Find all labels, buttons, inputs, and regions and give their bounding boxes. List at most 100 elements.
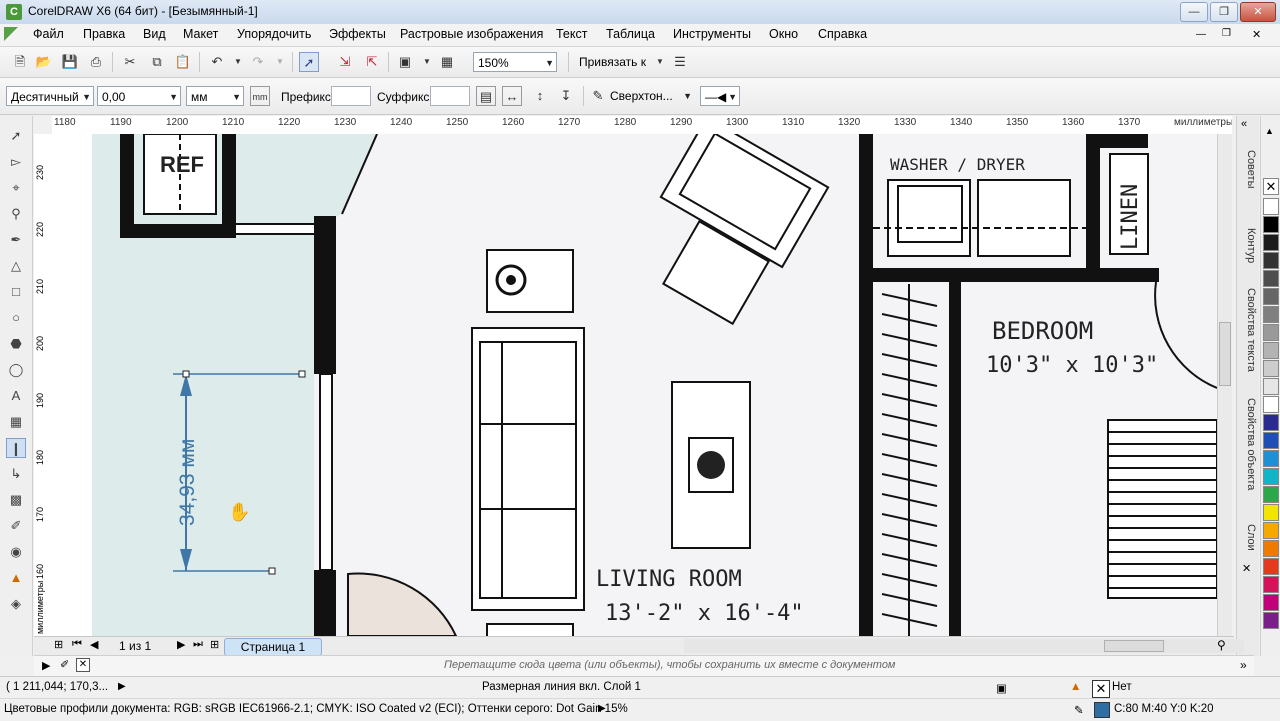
fill-tool-icon[interactable]: ▲	[6, 568, 26, 588]
outline-tool-icon[interactable]: ◉	[6, 542, 26, 562]
options-icon[interactable]: ☰	[670, 52, 690, 72]
dimension-precision-combo[interactable]: 0,00 ▼	[97, 86, 181, 106]
menu-view[interactable]: Вид	[143, 27, 166, 41]
new-document-icon[interactable]: 🗎	[10, 52, 30, 72]
close-docker-icon[interactable]: ✕	[1242, 562, 1251, 575]
vertical-scrollbar-thumb[interactable]	[1219, 322, 1231, 386]
color-swatch[interactable]	[1263, 216, 1279, 233]
selection-node[interactable]	[298, 370, 306, 378]
show-units-icon[interactable]: mm	[250, 86, 270, 106]
open-icon[interactable]: 📂	[34, 52, 54, 72]
no-fill-swatch-icon[interactable]: ✕	[1092, 680, 1110, 698]
zoom-tool-icon[interactable]: ⚲	[6, 204, 26, 224]
color-swatch[interactable]	[1263, 432, 1279, 449]
color-swatch[interactable]	[1263, 540, 1279, 557]
dimension-text[interactable]: 34,93 мм	[176, 439, 199, 526]
color-proof-icon[interactable]: ▣	[996, 681, 1007, 695]
navigator-icon[interactable]: ⚲	[1217, 638, 1226, 652]
color-profiles-info[interactable]: Цветовые профили документа: RGB: sRGB IE…	[4, 703, 628, 715]
basic-shapes-icon[interactable]: ◯	[6, 360, 26, 380]
undo-icon[interactable]: ↶	[207, 52, 227, 72]
docker-tab-text-properties[interactable]: Свойства текста	[1239, 288, 1257, 372]
add-page-after-icon[interactable]: ⊞	[210, 638, 219, 651]
menu-tools[interactable]: Инструменты	[673, 27, 751, 41]
restore-button[interactable]: ❐	[1210, 2, 1238, 22]
no-color-swatch[interactable]: ✕	[1263, 178, 1279, 195]
docker-tab-object-properties[interactable]: Свойства объекта	[1239, 398, 1257, 490]
save-icon[interactable]: 💾	[60, 52, 80, 72]
minimize-button[interactable]: —	[1180, 2, 1208, 22]
suffix-input[interactable]	[430, 86, 470, 106]
color-swatch[interactable]	[1263, 450, 1279, 467]
document-menu-icon[interactable]	[4, 27, 18, 41]
document-palette-menu-icon[interactable]: ▶	[42, 659, 50, 672]
color-swatch[interactable]	[1263, 378, 1279, 395]
outline-pen-icon[interactable]: ✎	[588, 86, 608, 106]
pick-tool-icon[interactable]: ➚	[6, 126, 26, 146]
print-icon[interactable]: ⎙	[86, 52, 106, 72]
import-icon[interactable]: ⇲	[335, 52, 355, 72]
snap-dropdown-icon[interactable]: ▼	[650, 52, 670, 72]
color-swatch[interactable]	[1263, 342, 1279, 359]
prefix-input[interactable]	[331, 86, 371, 106]
text-position-icon[interactable]: ↔	[502, 86, 522, 106]
connector-tool-icon[interactable]: ↳	[6, 464, 26, 484]
menu-help[interactable]: Справка	[818, 27, 867, 41]
table-tool-icon[interactable]: ▦	[6, 412, 26, 432]
close-button[interactable]: ✕	[1240, 2, 1276, 22]
drawing-canvas[interactable]: REF 34,93 мм ✋ LIVING ROOM 13'-2" x 16'-…	[52, 134, 1217, 636]
doc-minimize-icon[interactable]: —	[1196, 29, 1206, 40]
color-swatch[interactable]	[1263, 306, 1279, 323]
last-page-icon[interactable]: ⏭	[193, 638, 203, 651]
launcher-dropdown-icon[interactable]: ▼	[417, 52, 437, 72]
add-page-before-icon[interactable]: ⊞	[54, 638, 63, 651]
redo-dropdown-icon[interactable]: ▼	[270, 52, 290, 72]
selection-node[interactable]	[182, 370, 190, 378]
docker-tab-hints[interactable]: Советы	[1239, 150, 1257, 188]
menu-file[interactable]: Файл	[33, 27, 64, 41]
page-tab-1[interactable]: Страница 1	[224, 638, 322, 656]
vertical-ruler[interactable]: 230 220 210 200 190 180 170 160 миллимет…	[34, 134, 53, 636]
menu-layout[interactable]: Макет	[183, 27, 218, 41]
previous-page-icon[interactable]: ◀	[90, 638, 98, 651]
eyedropper-icon[interactable]: ✐	[60, 658, 69, 671]
smart-fill-icon[interactable]: △	[6, 256, 26, 276]
palette-scroll-up-icon[interactable]: ▲	[1265, 126, 1274, 136]
outline-color-swatch[interactable]	[1094, 702, 1110, 718]
redo-icon[interactable]: ↷	[248, 52, 268, 72]
color-swatch[interactable]	[1263, 594, 1279, 611]
color-swatch[interactable]	[1263, 576, 1279, 593]
status-arrow-icon[interactable]: ▶	[598, 703, 606, 714]
rectangle-tool-icon[interactable]: □	[6, 282, 26, 302]
no-color-swatch[interactable]: ✕	[76, 658, 90, 672]
paste-icon[interactable]: 📋	[173, 52, 193, 72]
horizontal-scrollbar[interactable]	[684, 639, 1244, 653]
coreldraw-app-icon[interactable]: C	[6, 4, 22, 20]
interactive-fill-icon[interactable]: ◈	[6, 594, 26, 614]
ellipse-tool-icon[interactable]: ○	[6, 308, 26, 328]
docker-tab-layers[interactable]: Слои	[1239, 524, 1257, 551]
color-swatch[interactable]	[1263, 360, 1279, 377]
polygon-tool-icon[interactable]: ⬣	[6, 334, 26, 354]
zoom-level-combo[interactable]: 150% ▼	[473, 52, 557, 72]
dimension-style-combo[interactable]: Десятичный ▼	[6, 86, 94, 106]
document-palette[interactable]: ▶ ✐ ✕ Перетащите сюда цвета (или объекты…	[34, 655, 1254, 676]
color-swatch[interactable]	[1263, 252, 1279, 269]
blend-tool-icon[interactable]: ▩	[6, 490, 26, 510]
copy-icon[interactable]: ⧉	[147, 52, 167, 72]
menu-window[interactable]: Окно	[769, 27, 798, 41]
outline-width-combo[interactable]: Сверхтон... ▼	[606, 86, 694, 106]
selection-node[interactable]	[268, 567, 276, 575]
next-page-icon[interactable]: ▶	[177, 638, 185, 651]
menu-arrange[interactable]: Упорядочить	[237, 27, 311, 41]
horizontal-ruler[interactable]: 1180 1190 1200 1210 1220 1230 1240 1250 …	[52, 116, 1232, 135]
dimension-units-combo[interactable]: мм ▼	[186, 86, 244, 106]
search-content-icon[interactable]: ➚	[299, 52, 319, 72]
vertical-scrollbar[interactable]	[1217, 134, 1232, 636]
dimension-text-icon[interactable]: ↧	[556, 86, 576, 106]
arrow-style-combo[interactable]: ―◀ ▼	[700, 86, 740, 106]
color-swatch[interactable]	[1263, 414, 1279, 431]
menu-table[interactable]: Таблица	[606, 27, 655, 41]
menu-edit[interactable]: Правка	[83, 27, 125, 41]
collapse-dockers-icon[interactable]: «	[1241, 118, 1247, 130]
